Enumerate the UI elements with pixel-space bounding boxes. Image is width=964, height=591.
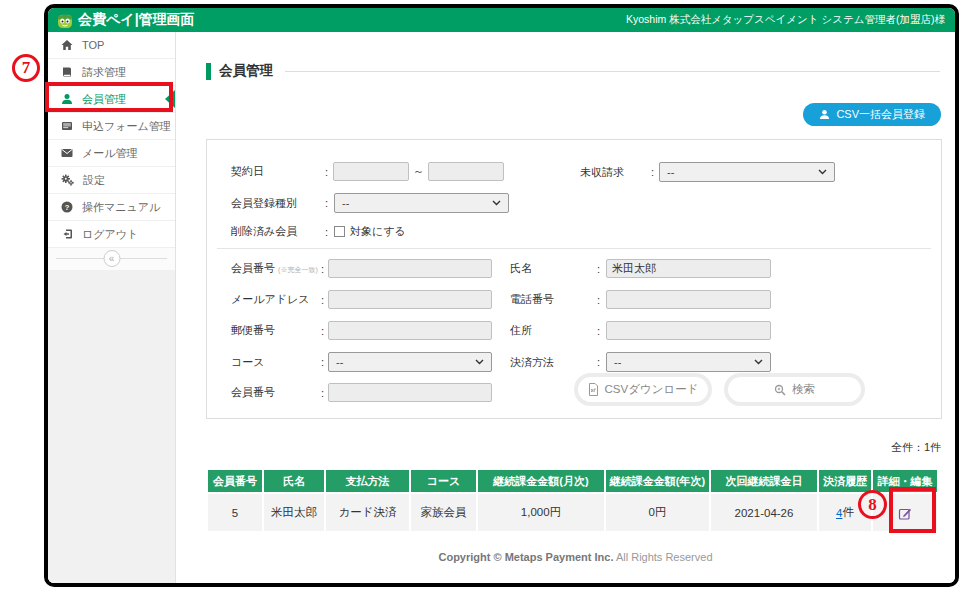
address-input[interactable] <box>606 321 771 340</box>
app-title: 会費ペイ|管理画面 <box>78 11 195 29</box>
col-yearly: 継続課金金額(年次) <box>606 470 709 492</box>
annotation-rect-edit <box>889 487 936 533</box>
cell-yearly: 0円 <box>606 494 709 531</box>
contract-date-label: 契約日 <box>231 164 325 179</box>
app-window: 会費ペイ|管理画面 Kyoshim 株式会社メタップスペイメント システム管理者… <box>44 4 959 587</box>
user-info: Kyoshim 株式会社メタップスペイメント システム管理者(加盟店)様 <box>626 13 945 27</box>
help-icon: ? <box>61 201 73 213</box>
deleted-checkbox-label: 対象にする <box>350 224 406 239</box>
sidebar: TOP 請求管理 会員管理 申込フォーム管理 メール管理 <box>48 32 176 583</box>
unpaid-label: 未収請求 <box>580 165 651 180</box>
email-input[interactable] <box>328 290 492 309</box>
search-form: 契約日 : ～ 未収請求 : -- <box>206 139 942 419</box>
gears-icon <box>61 174 74 186</box>
address-label: 住所 <box>510 323 597 338</box>
chevron-down-icon <box>754 359 763 365</box>
mascot-icon <box>56 11 74 29</box>
sidebar-collapse-button[interactable]: « <box>103 250 120 267</box>
cell-course: 家族会員 <box>411 494 476 531</box>
deleted-members-checkbox[interactable] <box>334 226 345 237</box>
header-bar: 会費ペイ|管理画面 Kyoshim 株式会社メタップスペイメント システム管理者… <box>48 8 955 32</box>
phone-input[interactable] <box>606 290 771 309</box>
email-label: メールアドレス <box>231 292 321 307</box>
page-title: 会員管理 <box>219 62 273 80</box>
chevron-down-icon <box>492 200 501 206</box>
sidebar-fill <box>48 270 175 583</box>
user-icon <box>819 109 830 120</box>
member-no2-label: 会員番号 <box>231 385 321 400</box>
home-icon <box>61 39 73 51</box>
svg-text:?: ? <box>65 203 70 212</box>
search-button[interactable]: 検索 <box>724 373 865 406</box>
csv-bulk-register-button[interactable]: CSV一括会員登録 <box>803 103 941 126</box>
logout-icon <box>61 228 73 240</box>
member-type-label: 会員登録種別 <box>231 196 325 211</box>
member-no-label: 会員番号 (※完全一致) <box>231 261 321 276</box>
col-course: コース <box>411 470 476 492</box>
search-icon <box>774 384 786 396</box>
app-logo[interactable]: 会費ペイ|管理画面 <box>56 11 195 29</box>
sidebar-item-logout[interactable]: ログアウト <box>48 221 175 248</box>
name-input[interactable] <box>606 259 771 278</box>
sidebar-item-form[interactable]: 申込フォーム管理 <box>48 113 175 140</box>
zip-label: 郵便番号 <box>231 323 321 338</box>
main-content: 会員管理 CSV一括会員登録 契約日 : ～ <box>176 32 955 583</box>
annotation-rect-members <box>45 82 173 112</box>
payment-method-label: 決済方法 <box>510 355 597 370</box>
total-count: 全件：1件 <box>891 440 941 455</box>
csv-download-button[interactable]: CSVダウンロード <box>574 373 712 406</box>
chevron-down-icon <box>818 169 827 175</box>
zip-input[interactable] <box>328 321 492 340</box>
col-name: 氏名 <box>264 470 324 492</box>
cell-next-date: 2021-04-26 <box>711 494 817 531</box>
col-history: 決済履歴 <box>819 470 871 492</box>
title-accent-block <box>206 63 211 80</box>
sidebar-item-settings[interactable]: 設定 <box>48 167 175 194</box>
mail-icon <box>61 147 73 159</box>
cell-monthly: 1,000円 <box>478 494 604 531</box>
sidebar-item-top[interactable]: TOP <box>48 32 175 59</box>
annotation-circle-8: 8 <box>858 490 887 519</box>
member-no-input[interactable] <box>328 259 492 278</box>
phone-label: 電話番号 <box>510 292 597 307</box>
book-icon <box>61 66 73 78</box>
sidebar-collapse-zone: « <box>48 248 175 270</box>
unpaid-select[interactable]: -- <box>659 162 835 182</box>
form-divider <box>217 248 931 249</box>
col-next-date: 次回継続課金日 <box>711 470 817 492</box>
sidebar-item-mail[interactable]: メール管理 <box>48 140 175 167</box>
member-no2-input[interactable] <box>328 383 492 402</box>
form-icon <box>61 120 73 132</box>
payment-method-select[interactable]: -- <box>606 352 771 372</box>
members-table: 会員番号 氏名 支払方法 コース 継続課金金額(月次) 継続課金金額(年次) 次… <box>208 470 937 531</box>
member-type-select[interactable]: -- <box>334 193 509 213</box>
deleted-members-label: 削除済み会員 <box>231 224 325 239</box>
cell-name: 米田太郎 <box>264 494 324 531</box>
annotation-circle-7: 7 <box>12 54 40 82</box>
col-payment: 支払方法 <box>326 470 409 492</box>
course-select[interactable]: -- <box>328 352 492 372</box>
course-label: コース <box>231 355 321 370</box>
col-monthly: 継続課金金額(月次) <box>478 470 604 492</box>
col-member-no: 会員番号 <box>208 470 262 492</box>
csv-file-icon <box>588 383 599 396</box>
cell-payment: カード決済 <box>326 494 409 531</box>
sidebar-item-manual[interactable]: ? 操作マニュアル <box>48 194 175 221</box>
title-divider <box>285 71 940 72</box>
chevron-down-icon <box>475 359 484 365</box>
footer-copyright: Copyright © Metaps Payment Inc. All Righ… <box>196 551 955 563</box>
contract-date-to-input[interactable] <box>428 162 504 181</box>
cell-member-no: 5 <box>208 494 262 531</box>
contract-date-from-input[interactable] <box>333 162 409 181</box>
name-label: 氏名 <box>510 261 597 276</box>
page: 会費ペイ|管理画面 Kyoshim 株式会社メタップスペイメント システム管理者… <box>0 0 964 591</box>
